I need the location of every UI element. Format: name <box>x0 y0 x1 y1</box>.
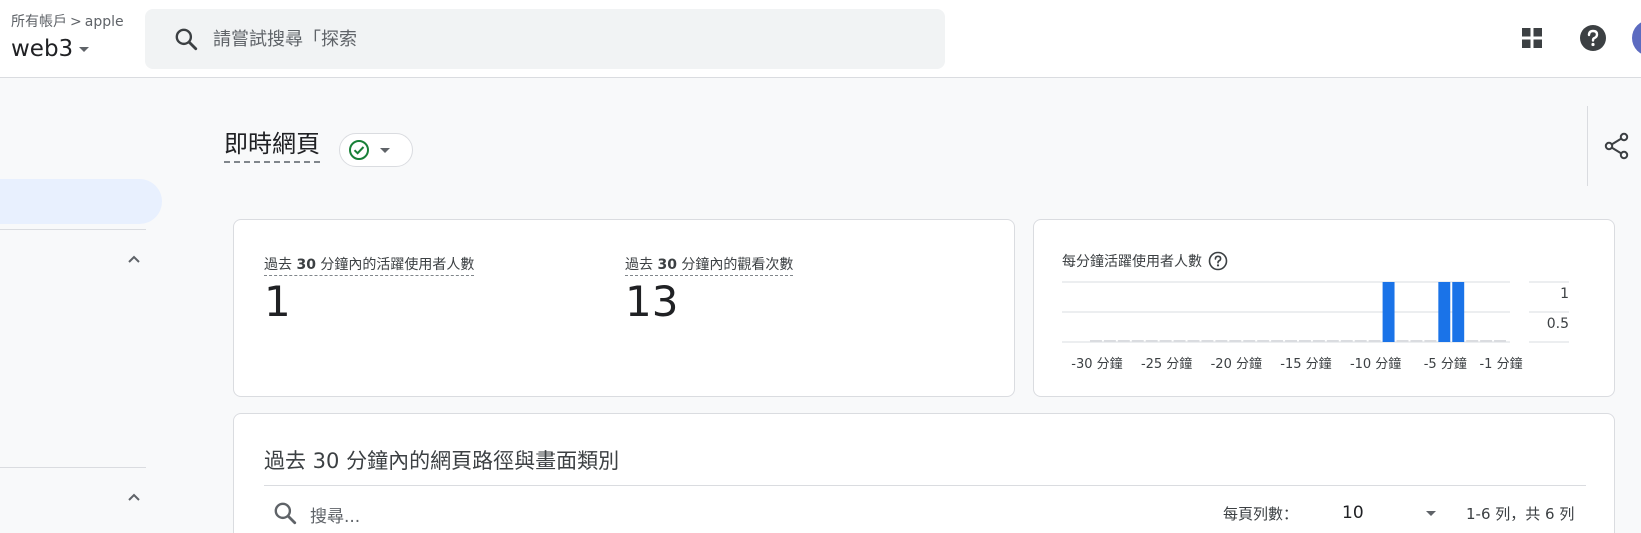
chart-bar <box>1271 340 1284 342</box>
chart-bar <box>1117 340 1130 342</box>
caret-down-icon <box>380 147 390 153</box>
breadcrumb[interactable]: 所有帳戶 > apple <box>11 11 124 31</box>
chart-bar <box>1410 340 1423 342</box>
table-divider <box>264 485 1586 486</box>
chart-bar <box>1480 340 1493 342</box>
rows-per-page-label: 每頁列數： <box>1223 505 1299 523</box>
check-circle-icon <box>349 140 369 160</box>
share-icon[interactable] <box>1603 132 1631 160</box>
chart-x-tick-label: -5 分鐘 <box>1424 356 1467 372</box>
sidebar-item-active[interactable] <box>0 179 162 224</box>
chart-x-tick-label: -1 分鐘 <box>1479 356 1522 372</box>
pages-table-card: 過去 30 分鐘內的網頁路徑與畫面類別 搜尋... 每頁列數： 10 1-6 列… <box>233 413 1615 533</box>
page-title[interactable]: 即時網頁 <box>224 129 320 163</box>
chart-x-tick-label: -10 分鐘 <box>1350 356 1401 372</box>
chart-bar <box>1257 340 1270 342</box>
chart-x-tick-label: -30 分鐘 <box>1071 356 1122 372</box>
breadcrumb-root[interactable]: 所有帳戶 <box>11 14 67 30</box>
chart-bar <box>1243 340 1256 342</box>
chart-bar <box>1215 340 1228 342</box>
search-icon <box>175 28 198 51</box>
property-selector[interactable]: web3 <box>11 36 90 62</box>
chart-bar <box>1229 340 1242 342</box>
chart-bar <box>1494 340 1506 342</box>
chart-x-tick-label: -20 分鐘 <box>1211 356 1262 372</box>
caret-down-icon <box>79 46 90 52</box>
row-count: 1-6 列，共 6 列 <box>1466 505 1575 523</box>
chart-bar <box>1159 340 1172 342</box>
chart-y-tick-label: 0.5 <box>1547 316 1569 332</box>
search-icon[interactable] <box>272 500 298 526</box>
chart-bar <box>1424 340 1437 342</box>
chart-bar <box>1396 340 1409 342</box>
chart-y-tick-label: 1 <box>1560 286 1569 302</box>
help-icon[interactable] <box>1579 24 1607 52</box>
top-bar: 所有帳戶 > apple web3 <box>0 0 1641 78</box>
chart-bar <box>1452 282 1465 342</box>
table-title: 過去 30 分鐘內的網頁路徑與畫面類別 <box>264 449 620 473</box>
metric-value-views: 13 <box>625 277 679 326</box>
chart-card: 每分鐘活躍使用者人數 1 0.5 -30 分鐘 -25 分鐘 -20 分鐘 -15 分鐘 -… <box>1033 219 1615 397</box>
metric-label-views[interactable]: 過去 30 分鐘內的觀看次數 <box>625 254 794 276</box>
rows-per-page-value: 10 <box>1342 503 1364 523</box>
chart-bar <box>1354 340 1367 342</box>
sidebar-divider <box>0 229 146 230</box>
global-search-input[interactable] <box>213 28 913 50</box>
chart-bar <box>1312 340 1325 342</box>
chart-bar <box>1382 282 1395 342</box>
metric-label-active-users[interactable]: 過去 30 分鐘內的活躍使用者人數 <box>264 254 475 276</box>
global-search[interactable] <box>145 9 945 69</box>
chart-bar <box>1131 340 1144 342</box>
breadcrumb-separator: > <box>70 14 82 30</box>
chart-bar <box>1326 340 1339 342</box>
chart-x-tick-label: -25 分鐘 <box>1141 356 1192 372</box>
property-name: web3 <box>11 36 74 62</box>
chart-bar <box>1438 282 1451 342</box>
chart-bar <box>1299 340 1311 342</box>
metrics-card: 過去 30 分鐘內的活躍使用者人數 1 過去 30 分鐘內的觀看次數 13 <box>233 219 1015 397</box>
chart-bar <box>1340 340 1353 342</box>
caret-down-icon <box>1426 510 1436 516</box>
chart-bar <box>1090 340 1102 342</box>
chart-bar <box>1103 340 1116 342</box>
chart-bar <box>1285 340 1297 342</box>
chart-bar <box>1466 340 1479 342</box>
chart-bar <box>1173 340 1186 342</box>
breadcrumb-account[interactable]: apple <box>85 14 124 30</box>
sidebar-divider <box>0 467 146 468</box>
table-search-input[interactable]: 搜尋... <box>310 502 360 527</box>
chevron-up-icon[interactable] <box>126 251 142 267</box>
active-users-per-minute-chart: 1 0.5 -30 分鐘 -25 分鐘 -20 分鐘 -15 分鐘 -10 分鐘 -5 分鐘 -… <box>1062 281 1569 372</box>
chart-bar <box>1201 340 1214 342</box>
avatar[interactable] <box>1632 20 1641 56</box>
rows-per-page-select[interactable]: 10 <box>1334 499 1444 527</box>
chart-bar <box>1368 340 1381 342</box>
data-status-chip[interactable] <box>339 133 413 167</box>
chart-bar <box>1145 340 1158 342</box>
metric-value-active-users: 1 <box>264 277 291 326</box>
toolbar-divider <box>1587 106 1588 186</box>
chevron-up-icon[interactable] <box>126 489 142 505</box>
apps-grid-icon[interactable] <box>1520 26 1544 50</box>
chart-x-tick-label: -15 分鐘 <box>1280 356 1331 372</box>
chart-bar <box>1187 340 1200 342</box>
